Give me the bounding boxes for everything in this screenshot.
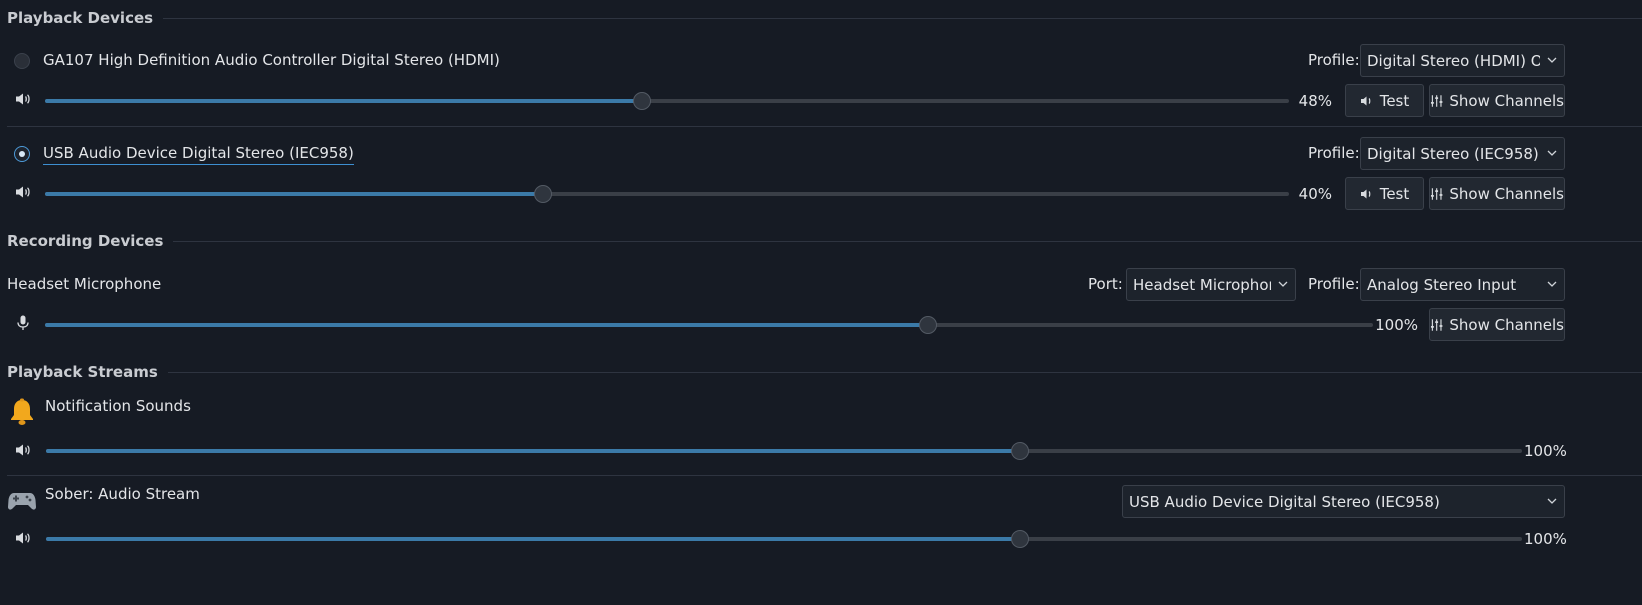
- speaker-icon: [1360, 96, 1371, 105]
- recording-device-name: Headset Microphone: [7, 275, 162, 293]
- volume-percent-sober: 100%: [1524, 530, 1567, 548]
- playback-devices-header: Playback Devices: [7, 8, 1642, 28]
- gamepad-icon: [8, 493, 36, 510]
- slider-fill: [46, 537, 1021, 541]
- chevron-down-icon: [1547, 281, 1557, 287]
- device-radio-hdmi[interactable]: [14, 53, 30, 69]
- audio-volume-panel: Playback Devices GA107 High Definition A…: [0, 0, 1642, 605]
- profile-label: Profile:: [1308, 144, 1360, 162]
- speaker-icon[interactable]: [14, 529, 32, 547]
- slider-fill: [46, 449, 1021, 453]
- speaker-icon[interactable]: [14, 183, 32, 201]
- volume-slider-notifications[interactable]: [46, 441, 1522, 461]
- section-divider: [167, 371, 1642, 373]
- sliders-icon: [1430, 318, 1443, 331]
- slider-handle[interactable]: [1011, 442, 1030, 460]
- port-select[interactable]: Headset Microphone (unplugged): [1126, 268, 1296, 301]
- volume-percent-hdmi: 48%: [1298, 92, 1332, 110]
- chevron-down-icon: [1547, 498, 1557, 504]
- device-name-text: USB Audio Device Digital Stereo (IEC958): [43, 144, 354, 165]
- recording-volume-percent: 100%: [1375, 316, 1418, 334]
- chevron-down-icon: [1547, 150, 1557, 156]
- speaker-icon[interactable]: [14, 441, 32, 459]
- profile-select-usb[interactable]: Digital Stereo (IEC958) Output: [1360, 137, 1565, 170]
- port-label: Port:: [1088, 275, 1123, 293]
- test-button-hdmi[interactable]: Test: [1345, 84, 1424, 117]
- volume-slider-sober[interactable]: [46, 529, 1522, 549]
- sliders-icon: [1430, 94, 1443, 107]
- volume-slider-usb[interactable]: [45, 184, 1289, 204]
- slider-fill: [45, 192, 543, 196]
- show-channels-button-hdmi[interactable]: Show Channels: [1429, 84, 1565, 117]
- stream-separator: [7, 475, 1642, 476]
- test-label: Test: [1379, 91, 1410, 110]
- volume-percent-notifications: 100%: [1524, 442, 1567, 460]
- stream-name-sober: Sober: Audio Stream: [45, 485, 200, 503]
- device-radio-usb[interactable]: [14, 146, 30, 162]
- slider-handle[interactable]: [919, 316, 938, 334]
- chevron-down-icon: [1547, 57, 1557, 63]
- section-title: Playback Streams: [7, 363, 158, 381]
- slider-fill: [45, 99, 643, 103]
- test-label: Test: [1379, 184, 1410, 203]
- slider-fill: [45, 323, 929, 327]
- playback-streams-header: Playback Streams: [7, 362, 1642, 382]
- test-button-usb[interactable]: Test: [1345, 177, 1424, 210]
- profile-label: Profile:: [1308, 275, 1360, 293]
- volume-percent-usb: 40%: [1298, 185, 1332, 203]
- profile-label: Profile:: [1308, 51, 1360, 69]
- volume-slider-hdmi[interactable]: [45, 91, 1289, 111]
- show-channels-button-usb[interactable]: Show Channels: [1429, 177, 1565, 210]
- port-value: Headset Microphone (unplugged): [1133, 275, 1271, 294]
- section-divider: [173, 240, 1642, 242]
- microphone-icon[interactable]: [14, 314, 32, 332]
- slider-handle[interactable]: [1011, 530, 1030, 548]
- device-separator: [7, 126, 1642, 127]
- device-name-hdmi: GA107 High Definition Audio Controller D…: [43, 51, 500, 69]
- recording-volume-slider[interactable]: [45, 315, 1373, 335]
- show-channels-label: Show Channels: [1449, 315, 1564, 334]
- stream-name-notifications: Notification Sounds: [45, 397, 191, 415]
- section-title: Recording Devices: [7, 232, 164, 250]
- profile-value: Analog Stereo Input: [1367, 275, 1517, 294]
- speaker-icon[interactable]: [14, 90, 32, 108]
- profile-value: Digital Stereo (HDMI) Output: [1367, 51, 1540, 70]
- show-channels-button-recording[interactable]: Show Channels: [1429, 308, 1565, 341]
- show-channels-label: Show Channels: [1449, 91, 1564, 110]
- section-divider: [163, 17, 1642, 19]
- profile-value: Digital Stereo (IEC958) Output: [1367, 144, 1540, 163]
- profile-select-hdmi[interactable]: Digital Stereo (HDMI) Output: [1360, 44, 1565, 77]
- slider-handle[interactable]: [533, 185, 552, 203]
- speaker-icon: [1360, 189, 1371, 198]
- chevron-down-icon: [1278, 281, 1288, 287]
- device-value: USB Audio Device Digital Stereo (IEC958): [1129, 492, 1440, 511]
- device-name-usb: USB Audio Device Digital Stereo (IEC958): [43, 144, 354, 165]
- show-channels-label: Show Channels: [1449, 184, 1564, 203]
- recording-devices-header: Recording Devices: [7, 231, 1642, 251]
- section-title: Playback Devices: [7, 9, 154, 27]
- bell-icon: [11, 398, 33, 425]
- recording-profile-select[interactable]: Analog Stereo Input: [1360, 268, 1565, 301]
- slider-handle[interactable]: [633, 92, 652, 110]
- stream-device-select[interactable]: USB Audio Device Digital Stereo (IEC958): [1122, 485, 1565, 518]
- sliders-icon: [1430, 187, 1443, 200]
